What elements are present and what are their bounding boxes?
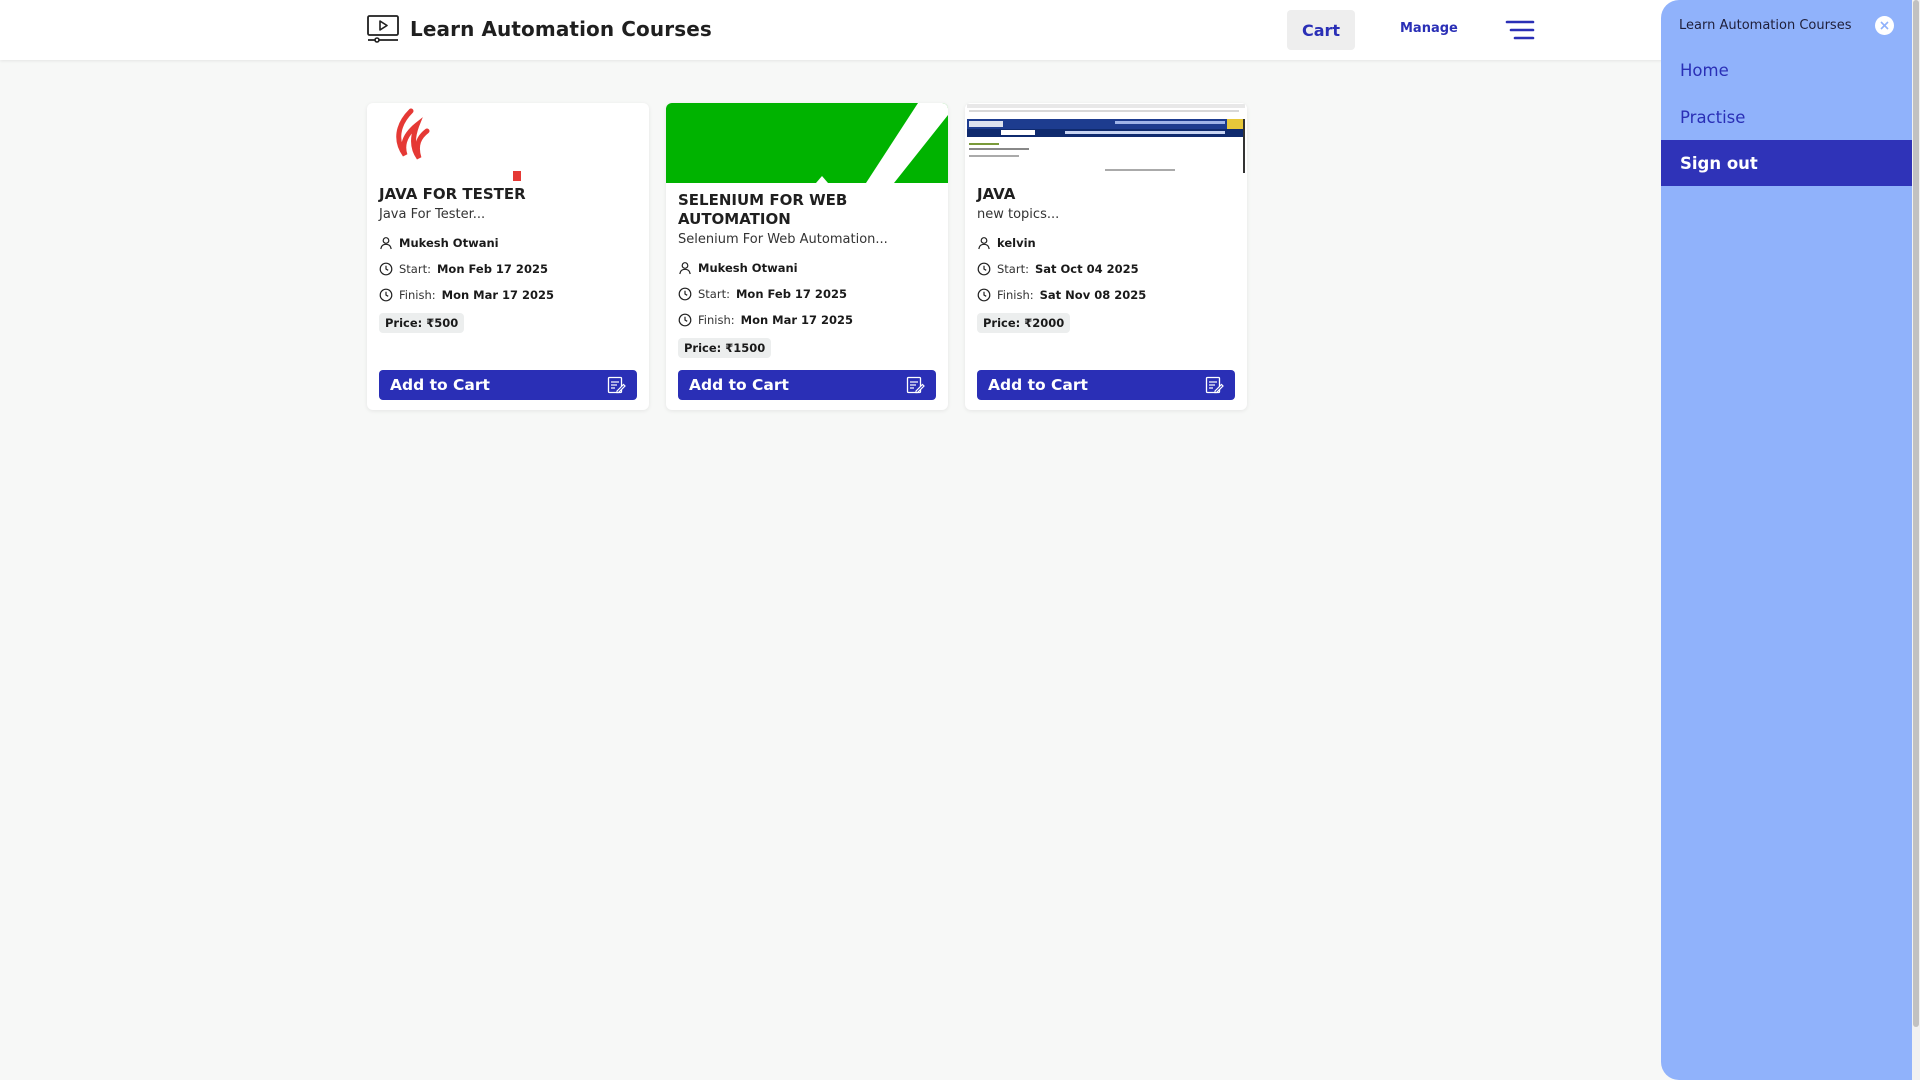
instructor-name: Mukesh Otwani <box>399 236 499 250</box>
finish-label: Finish: <box>698 313 735 327</box>
drawer-item-sign-out[interactable]: Sign out <box>1661 140 1913 186</box>
brand-title: Learn Automation Courses <box>410 17 712 41</box>
price-badge: Price: ₹1500 <box>678 338 772 358</box>
add-to-cart-button[interactable]: Add to Cart <box>678 370 936 400</box>
start-label: Start: <box>698 287 730 301</box>
monitor-play-icon <box>367 15 399 43</box>
price-badge: Price: ₹500 <box>379 313 465 333</box>
course-title[interactable]: JAVA <box>977 185 1235 204</box>
clock-icon <box>977 288 991 302</box>
course-list: JAVA FOR TESTER Java For Tester... Mukes… <box>367 103 1247 410</box>
finish-date: Mon Mar 17 2025 <box>740 313 854 327</box>
side-drawer: Learn Automation Courses Home Practise S… <box>1661 0 1913 1080</box>
clock-icon <box>678 287 692 301</box>
course-finish: Finish: Mon Mar 17 2025 <box>678 311 936 329</box>
start-label: Start: <box>997 262 1029 276</box>
add-to-cart-label: Add to Cart <box>390 376 490 394</box>
drawer-item-home[interactable]: Home <box>1661 47 1913 93</box>
edit-note-icon <box>906 376 925 394</box>
cart-button[interactable]: Cart <box>1287 10 1355 50</box>
scrollbar-thumb[interactable] <box>1913 0 1919 1027</box>
clock-icon <box>379 262 393 276</box>
course-finish: Finish: Mon Mar 17 2025 <box>379 286 637 304</box>
course-thumbnail-screenshot <box>965 103 1247 175</box>
selenium-logo-icon <box>666 103 948 183</box>
start-date: Mon Feb 17 2025 <box>436 262 548 276</box>
website-screenshot-image <box>965 103 1247 175</box>
course-instructor: Mukesh Otwani <box>379 234 637 252</box>
course-start: Start: Mon Feb 17 2025 <box>379 260 637 278</box>
course-card: JAVA FOR TESTER Java For Tester... Mukes… <box>367 103 649 410</box>
java-logo-icon <box>396 108 521 181</box>
add-to-cart-label: Add to Cart <box>689 376 789 394</box>
drawer-item-practise[interactable]: Practise <box>1661 94 1913 140</box>
course-description: Selenium For Web Automation... <box>678 232 888 247</box>
course-description: Java For Tester... <box>379 207 486 222</box>
price-badge: Price: ₹2000 <box>977 313 1071 333</box>
brand[interactable]: Learn Automation Courses <box>366 14 712 44</box>
hamburger-menu-icon[interactable] <box>1505 19 1535 41</box>
add-to-cart-label: Add to Cart <box>988 376 1088 394</box>
start-label: Start: <box>399 262 431 276</box>
course-start: Start: Sat Oct 04 2025 <box>977 260 1235 278</box>
top-header: Learn Automation Courses Cart Manage <box>0 0 1920 60</box>
course-card: JAVA new topics... kelvin Start: Sat Oct… <box>965 103 1247 410</box>
course-title[interactable]: SELENIUM FOR WEB AUTOMATION <box>678 191 936 229</box>
finish-label: Finish: <box>399 288 436 302</box>
course-start: Start: Mon Feb 17 2025 <box>678 285 936 303</box>
course-title[interactable]: JAVA FOR TESTER <box>379 185 637 204</box>
course-thumbnail-selenium <box>666 103 948 183</box>
finish-label: Finish: <box>997 288 1034 302</box>
clock-icon <box>379 288 393 302</box>
add-to-cart-button[interactable]: Add to Cart <box>379 370 637 400</box>
add-to-cart-button[interactable]: Add to Cart <box>977 370 1235 400</box>
user-icon <box>679 262 691 275</box>
edit-note-icon <box>607 376 626 394</box>
drawer-title: Learn Automation Courses <box>1679 18 1852 33</box>
clock-icon <box>678 313 692 327</box>
course-thumbnail-java-logo <box>367 103 649 183</box>
edit-note-icon <box>1205 376 1224 394</box>
manage-link[interactable]: Manage <box>1400 21 1458 36</box>
finish-date: Mon Mar 17 2025 <box>441 288 555 302</box>
course-description: new topics... <box>977 207 1060 222</box>
user-icon <box>380 237 392 250</box>
instructor-name: kelvin <box>997 236 1036 250</box>
start-date: Mon Feb 17 2025 <box>735 287 847 301</box>
finish-date: Sat Nov 08 2025 <box>1039 288 1147 302</box>
clock-icon <box>977 262 991 276</box>
user-icon <box>978 237 990 250</box>
close-icon[interactable] <box>1875 16 1894 35</box>
course-card: SELENIUM FOR WEB AUTOMATION Selenium For… <box>666 103 948 410</box>
start-date: Sat Oct 04 2025 <box>1034 262 1139 276</box>
course-finish: Finish: Sat Nov 08 2025 <box>977 286 1235 304</box>
course-instructor: Mukesh Otwani <box>678 259 936 277</box>
instructor-name: Mukesh Otwani <box>698 261 798 275</box>
course-instructor: kelvin <box>977 234 1235 252</box>
